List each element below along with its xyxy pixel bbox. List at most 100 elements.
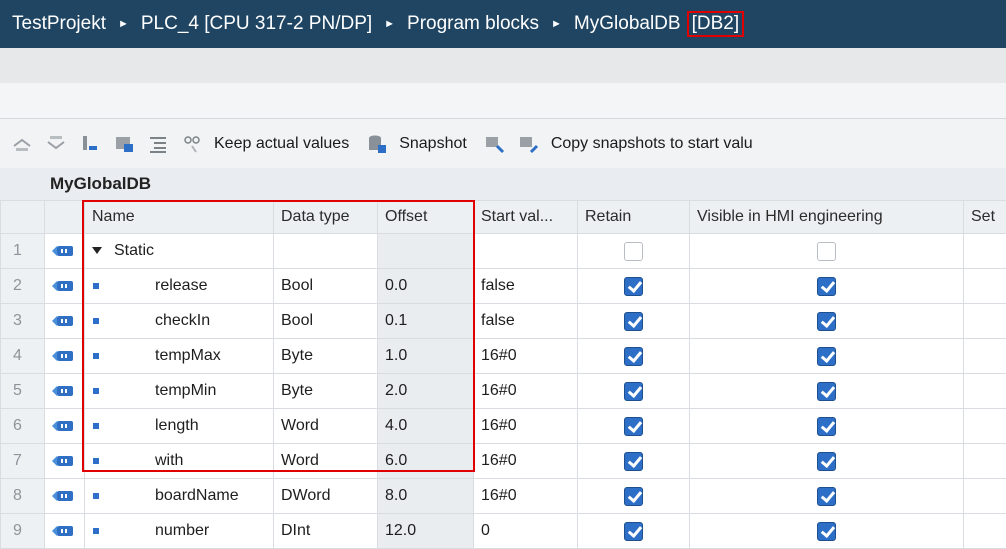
retain-cell[interactable] xyxy=(578,374,690,409)
visible-hmi-checkbox[interactable] xyxy=(817,452,836,471)
setpoint-cell[interactable] xyxy=(964,374,1006,409)
name-cell[interactable]: tempMin xyxy=(85,374,274,409)
keep-actual-values-button[interactable]: Keep actual values xyxy=(214,135,349,153)
visible-hmi-cell[interactable] xyxy=(690,269,964,304)
setpoint-cell[interactable] xyxy=(964,514,1006,549)
setpoint-cell[interactable] xyxy=(964,234,1006,269)
header-offset[interactable]: Offset xyxy=(378,201,474,234)
retain-cell[interactable] xyxy=(578,234,690,269)
snapshot-icon[interactable] xyxy=(365,132,389,156)
visible-hmi-cell[interactable] xyxy=(690,374,964,409)
retain-cell[interactable] xyxy=(578,304,690,339)
retain-checkbox[interactable] xyxy=(624,452,643,471)
retain-cell[interactable] xyxy=(578,269,690,304)
add-row-icon[interactable] xyxy=(44,132,68,156)
collapse-icon[interactable] xyxy=(112,132,136,156)
visible-hmi-checkbox[interactable] xyxy=(817,347,836,366)
table-row[interactable]: 4 tempMax Byte 1.0 16#0 xyxy=(1,339,1006,374)
start-value-cell[interactable]: 0 xyxy=(474,514,578,549)
visible-hmi-cell[interactable] xyxy=(690,304,964,339)
visible-hmi-checkbox[interactable] xyxy=(817,242,836,261)
visible-hmi-checkbox[interactable] xyxy=(817,382,836,401)
retain-cell[interactable] xyxy=(578,339,690,374)
visible-hmi-checkbox[interactable] xyxy=(817,487,836,506)
data-type-cell[interactable]: Byte xyxy=(274,339,378,374)
data-type-cell[interactable]: DInt xyxy=(274,514,378,549)
start-value-cell[interactable]: 16#0 xyxy=(474,479,578,514)
breadcrumb-db[interactable]: MyGlobalDB xyxy=(572,13,683,35)
breadcrumb-program-blocks[interactable]: Program blocks xyxy=(405,13,541,35)
data-type-cell[interactable]: DWord xyxy=(274,479,378,514)
data-type-cell[interactable]: Byte xyxy=(274,374,378,409)
start-value-cell[interactable]: 16#0 xyxy=(474,339,578,374)
start-value-cell[interactable]: 16#0 xyxy=(474,444,578,479)
visible-hmi-cell[interactable] xyxy=(690,409,964,444)
expand-icon[interactable] xyxy=(78,132,102,156)
table-row[interactable]: 5 tempMin Byte 2.0 16#0 xyxy=(1,374,1006,409)
header-visible-hmi[interactable]: Visible in HMI engineering xyxy=(690,201,964,234)
retain-checkbox[interactable] xyxy=(624,382,643,401)
header-name[interactable]: Name xyxy=(85,201,274,234)
retain-checkbox[interactable] xyxy=(624,522,643,541)
visible-hmi-cell[interactable] xyxy=(690,514,964,549)
setpoint-cell[interactable] xyxy=(964,304,1006,339)
name-cell[interactable]: with xyxy=(85,444,274,479)
start-value-cell[interactable]: 16#0 xyxy=(474,409,578,444)
start-value-cell[interactable] xyxy=(474,234,578,269)
name-cell[interactable]: Static xyxy=(85,234,274,269)
retain-checkbox[interactable] xyxy=(624,417,643,436)
header-retain[interactable]: Retain xyxy=(578,201,690,234)
visible-hmi-checkbox[interactable] xyxy=(817,277,836,296)
start-value-cell[interactable]: false xyxy=(474,304,578,339)
data-type-cell[interactable]: Word xyxy=(274,444,378,479)
visible-hmi-cell[interactable] xyxy=(690,479,964,514)
monitor-icon[interactable] xyxy=(180,132,204,156)
retain-cell[interactable] xyxy=(578,444,690,479)
visible-hmi-checkbox[interactable] xyxy=(817,312,836,331)
setpoint-cell[interactable] xyxy=(964,269,1006,304)
list-icon[interactable] xyxy=(146,132,170,156)
table-row[interactable]: 6 length Word 4.0 16#0 xyxy=(1,409,1006,444)
breadcrumb-project[interactable]: TestProjekt xyxy=(10,13,108,35)
insert-row-icon[interactable] xyxy=(10,132,34,156)
retain-checkbox[interactable] xyxy=(624,242,643,261)
header-setpoint[interactable]: Set xyxy=(964,201,1006,234)
retain-cell[interactable] xyxy=(578,514,690,549)
retain-cell[interactable] xyxy=(578,409,690,444)
start-value-cell[interactable]: 16#0 xyxy=(474,374,578,409)
name-cell[interactable]: number xyxy=(85,514,274,549)
breadcrumb-plc[interactable]: PLC_4 [CPU 317-2 PN/DP] xyxy=(139,13,374,35)
visible-hmi-cell[interactable] xyxy=(690,339,964,374)
table-row[interactable]: 1 Static xyxy=(1,234,1006,269)
visible-hmi-checkbox[interactable] xyxy=(817,417,836,436)
table-row[interactable]: 2 release Bool 0.0 false xyxy=(1,269,1006,304)
name-cell[interactable]: tempMax xyxy=(85,339,274,374)
name-cell[interactable]: release xyxy=(85,269,274,304)
table-row[interactable]: 7 with Word 6.0 16#0 xyxy=(1,444,1006,479)
snapshot-button[interactable]: Snapshot xyxy=(399,135,467,153)
retain-checkbox[interactable] xyxy=(624,312,643,331)
retain-checkbox[interactable] xyxy=(624,487,643,506)
setpoint-cell[interactable] xyxy=(964,339,1006,374)
header-start-value[interactable]: Start val... xyxy=(474,201,578,234)
visible-hmi-cell[interactable] xyxy=(690,444,964,479)
setpoint-cell[interactable] xyxy=(964,479,1006,514)
table-row[interactable]: 8 boardName DWord 8.0 16#0 xyxy=(1,479,1006,514)
data-type-cell[interactable]: Bool xyxy=(274,269,378,304)
copy-snapshots-button[interactable]: Copy snapshots to start valu xyxy=(551,135,753,153)
table-row[interactable]: 9 number DInt 12.0 0 xyxy=(1,514,1006,549)
table-row[interactable]: 3 checkIn Bool 0.1 false xyxy=(1,304,1006,339)
start-value-cell[interactable]: false xyxy=(474,269,578,304)
retain-checkbox[interactable] xyxy=(624,347,643,366)
data-type-cell[interactable]: Word xyxy=(274,409,378,444)
setpoint-cell[interactable] xyxy=(964,444,1006,479)
header-data-type[interactable]: Data type xyxy=(274,201,378,234)
name-cell[interactable]: boardName xyxy=(85,479,274,514)
name-cell[interactable]: checkIn xyxy=(85,304,274,339)
setpoint-cell[interactable] xyxy=(964,409,1006,444)
load-snapshot-icon[interactable] xyxy=(517,132,541,156)
visible-hmi-checkbox[interactable] xyxy=(817,522,836,541)
data-type-cell[interactable]: Bool xyxy=(274,304,378,339)
copy-snapshot-icon[interactable] xyxy=(483,132,507,156)
expand-triangle-icon[interactable] xyxy=(92,247,102,254)
